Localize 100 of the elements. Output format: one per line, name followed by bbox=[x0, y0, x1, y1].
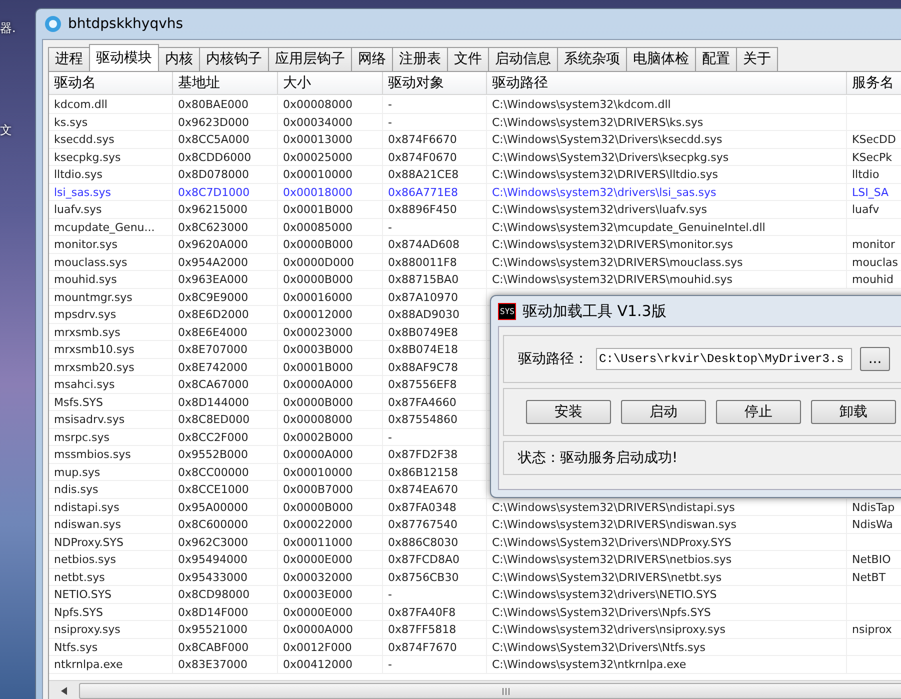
table-cell: mouclas bbox=[847, 254, 901, 270]
table-cell: nsiproxy.sys bbox=[49, 621, 173, 638]
table-cell: 0x0003B000 bbox=[278, 341, 383, 358]
table-cell: 0x8CABF000 bbox=[173, 638, 278, 655]
browse-button[interactable]: ... bbox=[860, 347, 890, 371]
table-cell: 0x8E742000 bbox=[173, 358, 278, 375]
path-field[interactable]: C:\Users\rkvir\Desktop\MyDriver3.s bbox=[596, 348, 852, 370]
table-cell: luafv.sys bbox=[49, 201, 173, 218]
table-cell: 0x00010000 bbox=[278, 166, 383, 182]
table-cell: luafv bbox=[847, 201, 901, 218]
tab[interactable]: 配置 bbox=[695, 47, 737, 71]
table-cell: NetBT bbox=[847, 568, 901, 585]
table-cell: NdisWa bbox=[847, 516, 901, 532]
table-cell: 0x0000E000 bbox=[278, 604, 383, 620]
table-cell: NetBIO bbox=[847, 551, 901, 568]
table-cell: Ntfs.sys bbox=[49, 638, 173, 655]
tab[interactable]: 内核钩子 bbox=[199, 47, 269, 71]
tab[interactable]: 注册表 bbox=[392, 47, 448, 71]
column-header[interactable]: 驱动对象 bbox=[383, 72, 487, 95]
table-cell: C:\Windows\system32\DRIVERS\ks.sys bbox=[487, 114, 847, 130]
table-cell: 0x0012F000 bbox=[278, 638, 383, 655]
table-cell: mup.sys bbox=[49, 464, 173, 480]
table-cell: 0x962C3000 bbox=[173, 534, 278, 550]
table-cell: C:\Windows\System32\Drivers\Ntfs.sys bbox=[487, 638, 847, 655]
app-icon: SYS bbox=[498, 302, 516, 320]
table-cell: - bbox=[383, 586, 487, 602]
table-cell: 0x87767540 bbox=[383, 516, 487, 532]
table-cell: 0x95A00000 bbox=[173, 498, 278, 515]
table-cell: 0x9620A000 bbox=[173, 236, 278, 252]
table-cell: Msfs.SYS bbox=[49, 394, 173, 410]
dialog-title: 驱动加载工具 V1.3版 bbox=[522, 302, 666, 320]
action-button[interactable]: 停止 bbox=[716, 400, 801, 424]
table-cell: netbios.sys bbox=[49, 551, 173, 568]
table-cell: monitor.sys bbox=[49, 236, 173, 252]
table-cell: 0x87FCD8A0 bbox=[383, 551, 487, 568]
table-cell: 0x8CC2F000 bbox=[173, 428, 278, 445]
table-cell: 0x0002B000 bbox=[278, 428, 383, 445]
table-cell: - bbox=[383, 428, 487, 445]
table-cell: - bbox=[383, 218, 487, 235]
table-cell: 0x0000A000 bbox=[278, 446, 383, 462]
table-cell: 0x8E707000 bbox=[173, 341, 278, 358]
table-cell: C:\Windows\system32\drivers\luafv.sys bbox=[487, 201, 847, 218]
tab[interactable]: 系统杂项 bbox=[557, 47, 627, 71]
table-cell: msahci.sys bbox=[49, 376, 173, 392]
table-cell: kdcom.dll bbox=[49, 96, 173, 112]
table-cell: 0x8756CB30 bbox=[383, 568, 487, 585]
tab[interactable]: 进程 bbox=[48, 47, 90, 71]
action-button[interactable]: 启动 bbox=[621, 400, 706, 424]
tab[interactable]: 文件 bbox=[447, 47, 489, 71]
table-cell: 0x8C7D1000 bbox=[173, 184, 278, 200]
action-button[interactable]: 安装 bbox=[526, 400, 611, 424]
table-cell: C:\Windows\system32\DRIVERS\ndiswan.sys bbox=[487, 516, 847, 532]
table-cell: ksecdd.sys bbox=[49, 131, 173, 148]
tab[interactable]: 驱动模块 bbox=[89, 44, 159, 71]
tab[interactable]: 电脑体检 bbox=[626, 47, 696, 71]
table-cell: C:\Windows\system32\DRIVERS\lltdio.sys bbox=[487, 166, 847, 182]
table-cell: 0x87556EF8 bbox=[383, 376, 487, 392]
table-cell: 0x87FA40F8 bbox=[383, 604, 487, 620]
table-cell: C:\Windows\system32\mcupdate_GenuineIntel.dll bbox=[487, 218, 847, 235]
table-cell: ntkrnlpa.exe bbox=[49, 656, 173, 672]
column-header[interactable]: 大小 bbox=[278, 72, 383, 95]
table-cell: 0x00011000 bbox=[278, 534, 383, 550]
table-cell: msisadrv.sys bbox=[49, 411, 173, 428]
table-cell: C:\Windows\system32\drivers\NETIO.SYS bbox=[487, 586, 847, 602]
table-cell: C:\Windows\system32\DRIVERS\mouhid.sys bbox=[487, 271, 847, 288]
table-cell: 0x8E6D2000 bbox=[173, 306, 278, 322]
tab[interactable]: 网络 bbox=[351, 47, 393, 71]
table-cell: 0x00034000 bbox=[278, 114, 383, 130]
table-cell: 0x0000A000 bbox=[278, 376, 383, 392]
desktop-icon-label: 文 bbox=[0, 122, 12, 139]
table-cell: 0x963EA000 bbox=[173, 271, 278, 288]
tab[interactable]: 应用层钩子 bbox=[268, 47, 352, 71]
tab[interactable]: 启动信息 bbox=[488, 47, 558, 71]
table-cell: 0x8B0749E8 bbox=[383, 324, 487, 340]
table-cell: NDProxy.SYS bbox=[49, 534, 173, 550]
scrollbar-thumb[interactable] bbox=[79, 683, 901, 699]
table-cell: 0x00012000 bbox=[278, 306, 383, 322]
tab[interactable]: 关于 bbox=[736, 47, 778, 71]
table-cell: 0x0000B000 bbox=[278, 236, 383, 252]
table-cell: 0x88A21CE8 bbox=[383, 166, 487, 182]
column-header[interactable]: 驱动路径 bbox=[487, 72, 847, 95]
table-cell: 0x87554860 bbox=[383, 411, 487, 428]
table-cell: - bbox=[383, 114, 487, 130]
table-cell: 0x874AD608 bbox=[383, 236, 487, 252]
table-cell: 0x0003E000 bbox=[278, 586, 383, 602]
column-header[interactable]: 驱动名 bbox=[49, 72, 173, 95]
table-cell: C:\Windows\system32\ntkrnlpa.exe bbox=[487, 656, 847, 672]
scroll-left-icon[interactable] bbox=[61, 687, 67, 695]
table-cell: 0x00010000 bbox=[278, 464, 383, 480]
tab[interactable]: 内核 bbox=[158, 47, 200, 71]
table-cell: 0x874F7670 bbox=[383, 638, 487, 655]
table-cell: 0x8C623000 bbox=[173, 218, 278, 235]
table-cell: 0x954A2000 bbox=[173, 254, 278, 270]
action-button[interactable]: 卸载 bbox=[811, 400, 896, 424]
table-cell: mouclass.sys bbox=[49, 254, 173, 270]
table-cell: 0x874F0670 bbox=[383, 148, 487, 165]
table-cell: 0x0000E000 bbox=[278, 551, 383, 568]
column-header[interactable]: 基地址 bbox=[173, 72, 278, 95]
table-cell: 0x8C600000 bbox=[173, 516, 278, 532]
table-cell: 0x86A771E8 bbox=[383, 184, 487, 200]
